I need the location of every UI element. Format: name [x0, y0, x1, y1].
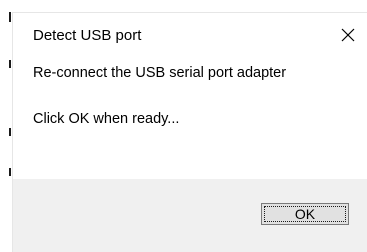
close-button[interactable]: [334, 21, 362, 49]
background-window-edge: [9, 128, 11, 136]
screen: Detect USB port Re-connect the USB seria…: [0, 0, 367, 252]
background-window-edge: [9, 12, 11, 22]
ok-button-label: OK: [294, 206, 316, 222]
background-window-edge: [9, 168, 11, 176]
ok-button[interactable]: OK: [261, 203, 349, 225]
detect-usb-port-dialog: Detect USB port Re-connect the USB seria…: [12, 12, 367, 252]
close-icon: [341, 28, 355, 42]
dialog-title: Detect USB port: [33, 27, 142, 44]
message-reconnect: Re-connect the USB serial port adapter: [33, 65, 287, 81]
ok-button-focus-rect: OK: [264, 206, 346, 222]
background-window-edge: [9, 60, 11, 68]
message-click-ok: Click OK when ready...: [33, 111, 180, 127]
dialog-title-bar[interactable]: Detect USB port: [13, 13, 367, 57]
dialog-footer: OK: [13, 179, 367, 252]
